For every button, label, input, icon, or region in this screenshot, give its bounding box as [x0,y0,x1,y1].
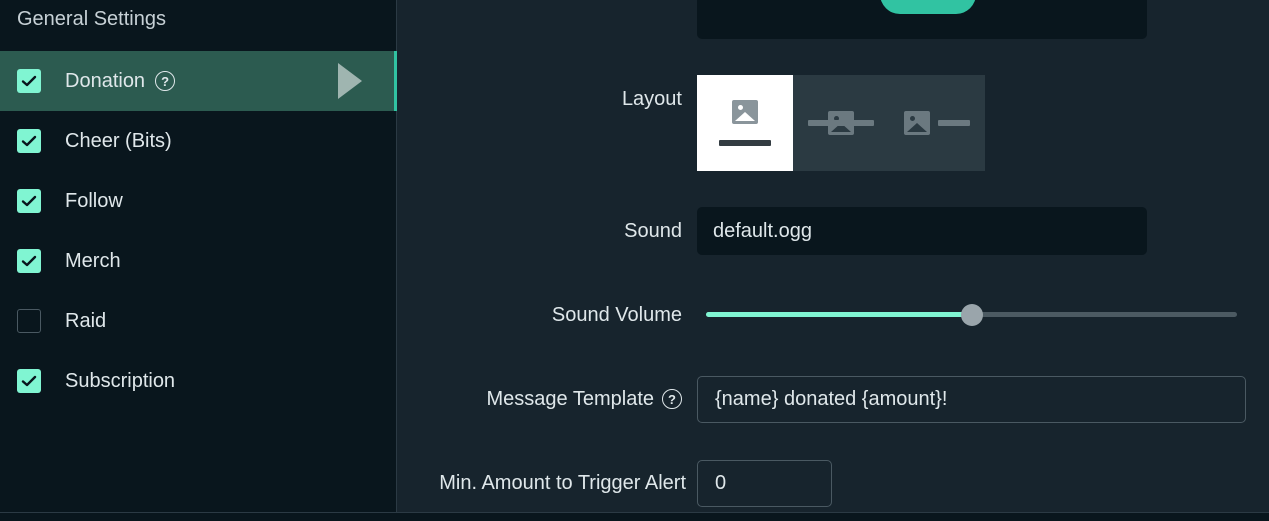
alert-sidebar: General Settings Donation ? Cheer (Bits)… [0,0,397,521]
sidebar-item-merch[interactable]: Merch [0,231,397,291]
sidebar-item-cheer[interactable]: Cheer (Bits) [0,111,397,171]
sound-label: Sound [624,219,682,242]
text-bar [808,120,874,126]
donation-label: Donation [65,69,146,92]
sidebar-header: General Settings [17,8,166,30]
image-icon [904,111,930,135]
check-icon [21,375,37,387]
check-icon [21,135,37,147]
min-amount-label: Min. Amount to Trigger Alert [439,471,686,494]
check-icon [21,255,37,267]
subscription-checkbox[interactable] [17,369,41,393]
sidebar-item-subscription[interactable]: Subscription [0,351,397,411]
layout-option-image-above[interactable] [697,75,793,171]
sidebar-item-follow[interactable]: Follow [0,171,397,231]
message-template-text: Message Template [486,387,655,410]
check-icon [21,195,37,207]
sidebar-item-label: Subscription [65,369,176,392]
layout-option-image-left[interactable] [889,75,985,171]
sidebar-item-raid[interactable]: Raid [0,291,397,351]
volume-slider-fill [706,312,972,317]
sidebar-item-donation[interactable]: Donation ? [0,51,397,111]
message-template-label: Message Template ? [398,387,682,411]
check-icon [21,75,37,87]
preview-pill [880,0,976,14]
sidebar-item-label: Donation ? [65,69,176,93]
volume-label: Sound Volume [551,303,682,326]
expand-arrow-icon [338,63,362,99]
donation-checkbox[interactable] [17,69,41,93]
sidebar-item-label: Follow [65,189,123,212]
sidebar-item-label: Raid [65,309,107,332]
min-amount-input[interactable]: 0 [697,460,832,507]
bottom-bar [0,512,1269,521]
volume-slider[interactable] [706,304,1237,326]
text-bar [719,140,771,146]
raid-checkbox[interactable] [17,309,41,333]
image-icon [732,100,758,124]
layout-selector [697,75,985,171]
volume-slider-thumb[interactable] [960,304,983,326]
settings-panel: Layout Sound default.ogg Sound Volume Me… [398,0,1269,521]
help-icon[interactable]: ? [155,71,176,91]
alert-preview [697,0,1147,39]
sound-select[interactable]: default.ogg [697,207,1147,255]
text-bar [938,120,970,126]
cheer-checkbox[interactable] [17,129,41,153]
layout-label: Layout [621,87,682,110]
sidebar-item-label: Merch [65,249,121,272]
help-icon[interactable]: ? [662,389,682,409]
sidebar-item-label: Cheer (Bits) [65,129,172,152]
follow-checkbox[interactable] [17,189,41,213]
merch-checkbox[interactable] [17,249,41,273]
message-template-input[interactable]: {name} donated {amount}! [697,376,1246,423]
layout-option-image-over-text[interactable] [793,75,889,171]
